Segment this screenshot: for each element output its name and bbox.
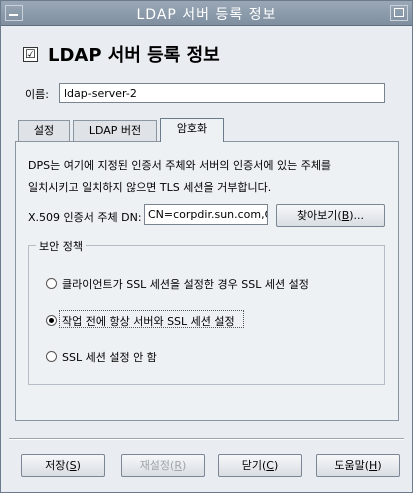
help-button[interactable]: 도움말(H) (316, 454, 400, 477)
close-button[interactable]: 닫기(C) (218, 454, 302, 477)
encryption-description: DPS는 여기에 지정된 인증서 주체와 서버의 인증서에 있는 주체를 일치시… (28, 155, 388, 199)
dialog-window: LDAP 서버 등록 정보 ☑ LDAP 서버 등록 정보 이름: 설정 LDA… (0, 0, 413, 493)
title-bar[interactable]: LDAP 서버 등록 정보 (1, 1, 412, 26)
maximize-button[interactable] (390, 5, 408, 21)
name-label: 이름: (25, 88, 49, 101)
radio-ssl-never[interactable] (46, 351, 57, 362)
button-separator (9, 438, 404, 440)
radio-ssl-always[interactable] (46, 315, 57, 326)
reset-button[interactable]: 재설정(R) (121, 454, 205, 477)
window-title: LDAP 서버 등록 정보 (136, 7, 277, 23)
radio-label-ssl-always: 작업 전에 항상 서버와 SSL 세션 설정 (62, 315, 235, 328)
check-icon: ☑ (23, 47, 38, 62)
radio-ssl-if-client[interactable] (46, 278, 57, 289)
tab-settings[interactable]: 설정 (18, 120, 70, 141)
subject-dn-input[interactable] (144, 204, 268, 225)
name-input[interactable] (59, 83, 385, 103)
subject-dn-label: X.509 인증서 주체 DN: (28, 211, 142, 224)
page-title: LDAP 서버 등록 정보 (48, 45, 220, 66)
tab-encryption[interactable]: 암호화 (160, 118, 224, 142)
security-policy-title: 보안 정책 (36, 238, 86, 254)
tab-ldap-version[interactable]: LDAP 버전 (73, 120, 157, 141)
save-button[interactable]: 저장(S) (21, 454, 105, 477)
description-line-2: 일치시키고 일치하지 않으면 TLS 세션을 거부합니다. (28, 181, 272, 194)
description-line-1: DPS는 여기에 지정된 인증서 주체와 서버의 인증서에 있는 주체를 (28, 159, 332, 172)
radio-label-ssl-never: SSL 세션 설정 안 함 (62, 351, 157, 364)
radio-selected-dot (49, 318, 54, 323)
radio-label-ssl-if-client: 클라이언트가 SSL 세션을 설정한 경우 SSL 세션 설정 (62, 278, 309, 291)
maximize-icon (394, 8, 404, 17)
browse-button[interactable]: 찾아보기(B)... (276, 204, 385, 227)
